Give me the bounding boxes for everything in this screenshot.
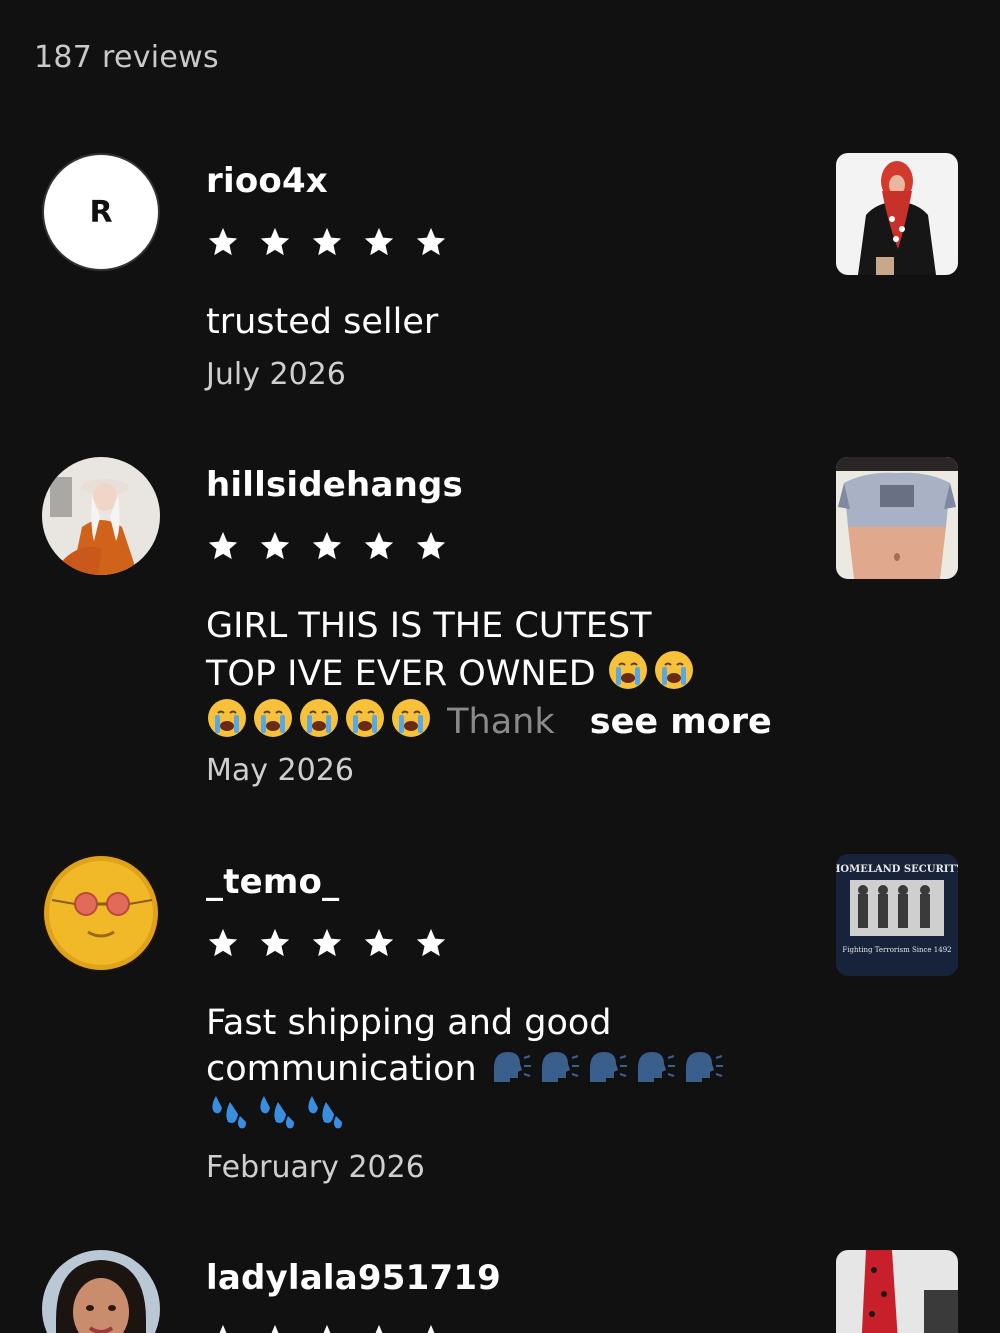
avatar[interactable] (42, 457, 160, 575)
review-date: May 2026 (206, 753, 354, 788)
review-photo-thumbnail[interactable] (836, 457, 958, 579)
review-text-truncated: Thank (447, 702, 555, 742)
crying-face-emoji-icon (608, 651, 647, 689)
star-icon (416, 227, 446, 256)
review-item: R rioo4x trusted seller July 2026 (0, 153, 1000, 413)
star-icon (312, 928, 342, 957)
star-icon (416, 928, 446, 957)
review-photo-thumbnail[interactable]: HOMELAND SECURITY Fighting Terrorism Sin… (836, 854, 958, 976)
review-text-line: GIRL THIS IS THE CUTEST (206, 606, 652, 646)
star-icon (260, 227, 290, 256)
star-icon (375, 1324, 383, 1333)
review-text: GIRL THIS IS THE CUTEST TOP IVE EVER OWN… (206, 603, 806, 745)
star-icon (208, 227, 238, 256)
crying-face-emoji-icon (392, 699, 430, 737)
avatar[interactable] (42, 1250, 160, 1333)
thumbnail-text: HOMELAND SECURITY (836, 864, 958, 875)
review-text-line (206, 1092, 806, 1138)
speaking-head-emoji-icon (541, 1052, 579, 1082)
sweat-droplets-emoji-icon (308, 1096, 342, 1129)
review-text: Fast shipping and good communication (206, 1000, 806, 1138)
star-icon (260, 531, 290, 560)
avatar-letter: R (89, 194, 113, 230)
star-icon (208, 928, 238, 957)
star-icon (271, 1324, 279, 1333)
star-icon (323, 1324, 331, 1333)
reviews-count: 187 reviews (34, 40, 219, 75)
speaking-head-emoji-icon (637, 1052, 675, 1082)
star-rating (206, 529, 448, 563)
review-item: hillsidehangs GIRL THIS IS THE CUTEST TO… (0, 457, 1000, 797)
review-item: ladylala951719 (0, 1250, 1000, 1333)
avatar[interactable]: R (42, 153, 160, 271)
speaking-head-emoji-icon (589, 1052, 627, 1082)
review-username[interactable]: ladylala951719 (206, 1258, 501, 1298)
star-icon (219, 1324, 227, 1333)
review-item: _temo_ Fast shipping and good communicat… (0, 854, 1000, 1194)
avatar[interactable] (42, 854, 160, 972)
star-rating (206, 1322, 448, 1333)
review-username[interactable]: rioo4x (206, 161, 328, 201)
review-text-line: TOP IVE EVER OWNED (206, 649, 806, 697)
review-username[interactable]: hillsidehangs (206, 465, 463, 505)
review-text: trusted seller (206, 302, 439, 342)
speaking-head-emoji-icon (493, 1052, 531, 1082)
see-more-link[interactable]: see more (590, 702, 772, 742)
review-photo-thumbnail[interactable] (836, 153, 958, 275)
crying-face-emoji-icon (208, 699, 246, 737)
star-icon (364, 928, 394, 957)
review-date: July 2026 (206, 357, 346, 392)
review-text-line: communication (206, 1046, 806, 1092)
star-rating (206, 225, 448, 259)
star-rating (206, 926, 448, 960)
star-icon (364, 531, 394, 560)
star-icon (208, 531, 238, 560)
review-date: February 2026 (206, 1150, 425, 1185)
star-icon (364, 227, 394, 256)
review-text-line: Thank see more (206, 697, 806, 745)
star-icon (260, 928, 290, 957)
star-icon (312, 531, 342, 560)
review-text-line: Fast shipping and good (206, 1003, 612, 1043)
crying-face-emoji-icon (254, 699, 292, 737)
review-photo-thumbnail[interactable] (836, 1250, 958, 1333)
star-icon (427, 1324, 435, 1333)
crying-face-emoji-icon (300, 699, 338, 737)
review-username[interactable]: _temo_ (206, 862, 339, 902)
thumbnail-text: Fighting Terrorism Since 1492 (842, 946, 951, 954)
crying-face-emoji-icon (654, 651, 693, 689)
star-icon (312, 227, 342, 256)
star-icon (416, 531, 446, 560)
sweat-droplets-emoji-icon (212, 1096, 246, 1129)
speaking-head-emoji-icon (685, 1052, 723, 1082)
sweat-droplets-emoji-icon (260, 1096, 294, 1129)
crying-face-emoji-icon (346, 699, 384, 737)
